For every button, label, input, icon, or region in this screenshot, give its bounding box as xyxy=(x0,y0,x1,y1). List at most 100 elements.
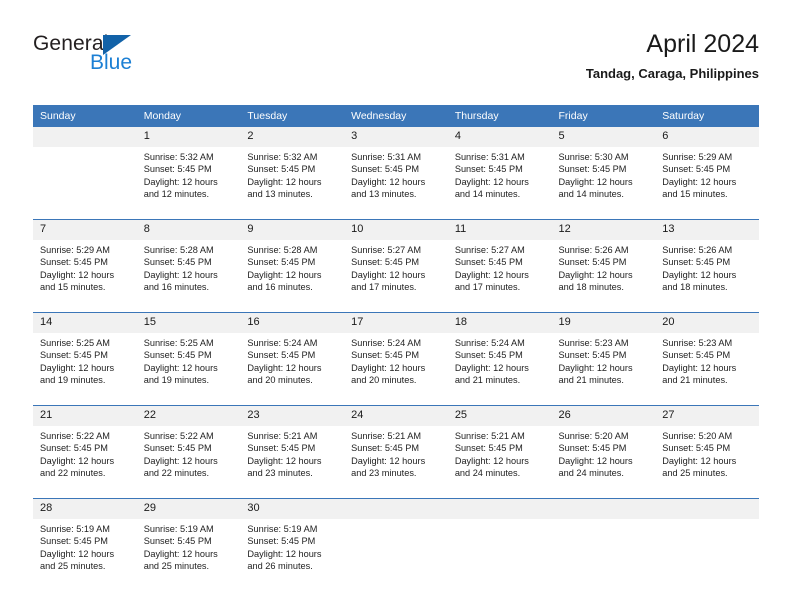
day-details xyxy=(344,519,448,591)
daylight-duration-line2: and 21 minutes. xyxy=(454,374,521,385)
calendar-day-cell[interactable]: 14 Sunrise: 5:25 AM Sunset: 5:45 PM Dayligh… xyxy=(33,312,137,406)
calendar-day-cell[interactable]: 10 Sunrise: 5:27 AM Sunset: 5:45 PM Dayligh… xyxy=(344,219,448,313)
calendar-day-cell[interactable]: 4 Sunrise: 5:31 AM Sunset: 5:45 PM Daylight… xyxy=(447,127,552,220)
day-details: Sunrise: 5:28 AM Sunset: 5:45 PM Daylight:… xyxy=(137,240,241,312)
sunset-time: Sunset: 5:45 PM xyxy=(40,350,108,361)
daylight-duration-line2: and 21 minutes. xyxy=(662,374,728,385)
day-details: Sunrise: 5:31 AM Sunset: 5:45 PM Daylight:… xyxy=(344,147,448,219)
daylight-duration-line1: Daylight: 12 hours xyxy=(558,176,633,187)
day-details xyxy=(33,147,137,219)
calendar-day-cell[interactable]: 2 Sunrise: 5:32 AM Sunset: 5:45 PM Daylight… xyxy=(240,127,345,220)
daylight-duration-line2: and 25 minutes. xyxy=(143,560,210,571)
daylight-duration-line1: Daylight: 12 hours xyxy=(558,269,633,280)
day-details: Sunrise: 5:19 AM Sunset: 5:45 PM Daylight:… xyxy=(33,519,137,591)
sunset-time: Sunset: 5:45 PM xyxy=(351,443,420,454)
daylight-duration-line2: and 26 minutes. xyxy=(247,560,313,571)
sunset-time: Sunset: 5:45 PM xyxy=(351,350,420,361)
day-details: Sunrise: 5:26 AM Sunset: 5:45 PM Daylight:… xyxy=(655,240,759,312)
calendar-day-cell[interactable]: 30 Sunrise: 5:19 AM Sunset: 5:45 PM Dayligh… xyxy=(240,498,345,591)
brand-name-blue: Blue xyxy=(90,51,133,74)
calendar-day-cell[interactable]: 12 Sunrise: 5:26 AM Sunset: 5:45 PM Dayligh… xyxy=(551,219,656,313)
daylight-duration-line2: and 14 minutes. xyxy=(558,188,624,199)
calendar-page: General Blue April 2024 Tandag, Caraga, … xyxy=(0,0,792,612)
calendar-day-cell[interactable]: 5 Sunrise: 5:30 AM Sunset: 5:45 PM Daylight… xyxy=(551,127,656,220)
daylight-duration-line1: Daylight: 12 hours xyxy=(143,362,218,373)
sunset-time: Sunset: 5:45 PM xyxy=(143,536,212,547)
sunset-time: Sunset: 5:45 PM xyxy=(454,257,523,268)
day-details: Sunrise: 5:24 AM Sunset: 5:45 PM Daylight:… xyxy=(240,333,344,405)
sunrise-time: Sunrise: 5:29 AM xyxy=(662,152,733,162)
weekday-header-sunday: Sunday xyxy=(33,105,137,127)
daylight-duration-line2: and 22 minutes. xyxy=(40,467,106,478)
calendar-day-cell[interactable]: 13 Sunrise: 5:26 AM Sunset: 5:45 PM Dayligh… xyxy=(655,219,759,313)
page-subtitle: Tandag, Caraga, Philippines xyxy=(585,66,759,81)
calendar-day-cell[interactable]: 29 Sunrise: 5:19 AM Sunset: 5:45 PM Dayligh… xyxy=(136,498,241,591)
day-number: 19 xyxy=(551,313,656,333)
daylight-duration-line1: Daylight: 12 hours xyxy=(351,176,426,187)
sunrise-time: Sunrise: 5:23 AM xyxy=(662,338,733,348)
calendar-day-cell[interactable]: 1 Sunrise: 5:32 AM Sunset: 5:45 PM Daylight… xyxy=(136,127,241,220)
sunrise-time: Sunrise: 5:22 AM xyxy=(143,431,214,441)
calendar-day-cell[interactable]: 26 Sunrise: 5:20 AM Sunset: 5:45 PM Dayligh… xyxy=(551,405,656,499)
calendar-body: 1 Sunrise: 5:32 AM Sunset: 5:45 PM Daylight… xyxy=(33,127,759,591)
calendar-day-cell[interactable]: 9 Sunrise: 5:28 AM Sunset: 5:45 PM Daylight… xyxy=(240,219,345,313)
sunrise-time: Sunrise: 5:19 AM xyxy=(247,524,318,534)
day-number: 2 xyxy=(240,127,345,147)
daylight-duration-line1: Daylight: 12 hours xyxy=(143,269,218,280)
calendar-grid: Sunday Monday Tuesday Wednesday Thursday… xyxy=(33,105,759,591)
sunrise-time: Sunrise: 5:24 AM xyxy=(247,338,318,348)
calendar-day-cell[interactable]: 3 Sunrise: 5:31 AM Sunset: 5:45 PM Daylight… xyxy=(344,127,448,220)
daylight-duration-line2: and 18 minutes. xyxy=(558,281,624,292)
calendar-day-cell[interactable]: 7 Sunrise: 5:29 AM Sunset: 5:45 PM Daylight… xyxy=(33,219,137,313)
sunset-time: Sunset: 5:45 PM xyxy=(143,350,212,361)
calendar-day-cell[interactable]: 20 Sunrise: 5:23 AM Sunset: 5:45 PM Dayligh… xyxy=(655,312,759,406)
sunset-time: Sunset: 5:45 PM xyxy=(143,443,212,454)
calendar-week-row: 21 Sunrise: 5:22 AM Sunset: 5:45 PM Dayligh… xyxy=(33,405,759,499)
calendar-week-row: 7 Sunrise: 5:29 AM Sunset: 5:45 PM Daylight… xyxy=(33,219,759,313)
calendar-day-cell[interactable]: 17 Sunrise: 5:24 AM Sunset: 5:45 PM Dayligh… xyxy=(344,312,448,406)
daylight-duration-line1: Daylight: 12 hours xyxy=(247,176,322,187)
sunset-time: Sunset: 5:45 PM xyxy=(662,257,731,268)
calendar-cell-empty xyxy=(655,498,759,591)
calendar-day-cell[interactable]: 18 Sunrise: 5:24 AM Sunset: 5:45 PM Dayligh… xyxy=(447,312,552,406)
calendar-day-cell[interactable]: 24 Sunrise: 5:21 AM Sunset: 5:45 PM Dayligh… xyxy=(344,405,448,499)
daylight-duration-line1: Daylight: 12 hours xyxy=(558,455,633,466)
calendar-day-cell[interactable]: 11 Sunrise: 5:27 AM Sunset: 5:45 PM Dayligh… xyxy=(447,219,552,313)
daylight-duration-line2: and 19 minutes. xyxy=(40,374,106,385)
daylight-duration-line1: Daylight: 12 hours xyxy=(351,362,426,373)
calendar-day-cell[interactable]: 8 Sunrise: 5:28 AM Sunset: 5:45 PM Daylight… xyxy=(136,219,241,313)
brand-logo[interactable]: General Blue xyxy=(33,32,173,80)
day-number: 10 xyxy=(344,220,448,240)
calendar-day-cell[interactable]: 27 Sunrise: 5:20 AM Sunset: 5:45 PM Dayligh… xyxy=(655,405,759,499)
day-number: 17 xyxy=(344,313,448,333)
day-details xyxy=(552,519,656,591)
calendar-day-cell[interactable]: 6 Sunrise: 5:29 AM Sunset: 5:45 PM Daylight… xyxy=(655,127,759,220)
calendar-day-cell[interactable]: 19 Sunrise: 5:23 AM Sunset: 5:45 PM Dayligh… xyxy=(551,312,656,406)
day-details: Sunrise: 5:31 AM Sunset: 5:45 PM Daylight:… xyxy=(448,147,552,219)
sunrise-time: Sunrise: 5:20 AM xyxy=(558,431,629,441)
sunrise-time: Sunrise: 5:25 AM xyxy=(40,338,110,348)
sunset-time: Sunset: 5:45 PM xyxy=(247,164,316,175)
calendar-day-cell[interactable]: 25 Sunrise: 5:21 AM Sunset: 5:45 PM Dayligh… xyxy=(447,405,552,499)
day-number: 18 xyxy=(447,313,552,333)
calendar-day-cell[interactable]: 15 Sunrise: 5:25 AM Sunset: 5:45 PM Dayligh… xyxy=(136,312,241,406)
calendar-day-cell[interactable]: 21 Sunrise: 5:22 AM Sunset: 5:45 PM Dayligh… xyxy=(33,405,137,499)
day-number: 29 xyxy=(136,499,241,519)
title-block: April 2024 Tandag, Caraga, Philippines xyxy=(586,28,759,82)
day-number: 7 xyxy=(33,220,137,240)
daylight-duration-line2: and 18 minutes. xyxy=(662,281,728,292)
calendar-day-cell[interactable]: 28 Sunrise: 5:19 AM Sunset: 5:45 PM Dayligh… xyxy=(33,498,137,591)
day-details xyxy=(448,519,552,591)
daylight-duration-line2: and 17 minutes. xyxy=(454,281,521,292)
calendar-day-cell[interactable]: 22 Sunrise: 5:22 AM Sunset: 5:45 PM Dayligh… xyxy=(136,405,241,499)
day-details: Sunrise: 5:29 AM Sunset: 5:45 PM Daylight:… xyxy=(33,240,137,312)
sunset-time: Sunset: 5:45 PM xyxy=(351,257,420,268)
daylight-duration-line1: Daylight: 12 hours xyxy=(351,269,426,280)
weekday-header-tuesday: Tuesday xyxy=(240,105,345,127)
calendar-day-cell[interactable]: 23 Sunrise: 5:21 AM Sunset: 5:45 PM Dayligh… xyxy=(240,405,345,499)
daylight-duration-line2: and 16 minutes. xyxy=(247,281,313,292)
daylight-duration-line2: and 12 minutes. xyxy=(143,188,210,199)
calendar-day-cell[interactable]: 16 Sunrise: 5:24 AM Sunset: 5:45 PM Dayligh… xyxy=(240,312,345,406)
day-details: Sunrise: 5:22 AM Sunset: 5:45 PM Daylight:… xyxy=(33,426,137,498)
daylight-duration-line1: Daylight: 12 hours xyxy=(662,176,737,187)
